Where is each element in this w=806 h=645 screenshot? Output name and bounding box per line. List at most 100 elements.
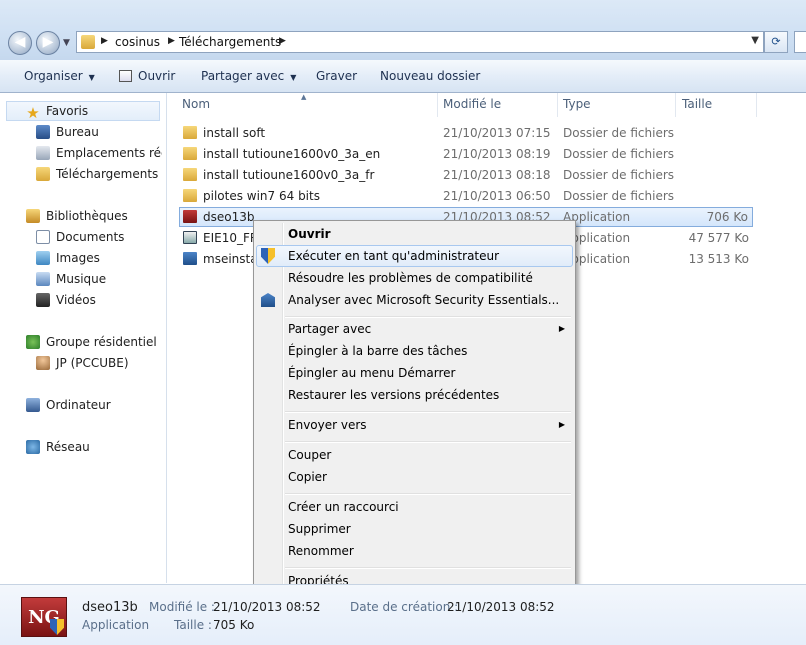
nav-label: Documents [56, 230, 125, 244]
details-file-name: dseo13b [82, 600, 138, 615]
recent-places-icon [36, 146, 50, 160]
menu-item-scan-security-essentials[interactable]: Analyser avec Microsoft Security Essenti… [288, 293, 559, 307]
breadcrumb-chevron-icon[interactable]: ▶ [168, 36, 175, 46]
file-name: install tutioune1600v0_3a_fr [203, 168, 375, 182]
breadcrumb-chevron-icon[interactable]: ▶ [279, 36, 286, 46]
menu-item-create-shortcut[interactable]: Créer un raccourci [288, 500, 399, 514]
menu-separator [285, 441, 571, 443]
table-row[interactable]: pilotes win7 64 bits 21/10/2013 06:50 Do… [179, 186, 753, 206]
details-pane: NG dseo13b Application Modifié le : 21/1… [0, 584, 806, 645]
recent-pages-dropdown-icon[interactable]: ▼ [63, 38, 70, 48]
menu-item-restore-versions[interactable]: Restaurer les versions précédentes [288, 388, 499, 402]
organize-button[interactable]: Organiser ▼ [24, 69, 95, 83]
menu-item-copy[interactable]: Copier [288, 470, 327, 484]
menu-separator [285, 316, 571, 318]
nav-homegroup-user[interactable]: JP (PCCUBE) [36, 356, 129, 370]
menu-item-open[interactable]: Ouvrir [288, 227, 331, 241]
nav-label: Bureau [56, 125, 99, 139]
menu-item-share-with[interactable]: Partager avec [288, 322, 371, 336]
column-header-modified[interactable]: Modifié le [443, 97, 501, 117]
installer-icon [183, 252, 197, 265]
menu-item-troubleshoot-compatibility[interactable]: Résoudre les problèmes de compatibilité [288, 271, 533, 285]
details-modified-label: Modifié le : [149, 600, 215, 614]
file-size: 47 577 Ko [688, 231, 749, 245]
column-divider[interactable] [557, 93, 558, 117]
chevron-down-icon: ▼ [88, 73, 95, 82]
nav-computer[interactable]: Ordinateur [26, 398, 111, 412]
nav-recent-places[interactable]: Emplacements récents [36, 146, 162, 160]
open-button[interactable]: Ouvrir [119, 69, 175, 83]
downloads-folder-icon [81, 35, 95, 49]
navigation-pane: ★ Favoris Bureau Emplacements récents Tél… [0, 93, 167, 583]
desktop-icon [36, 125, 50, 139]
address-dropdown-icon[interactable]: ▼ [751, 35, 759, 46]
menu-item-cut[interactable]: Couper [288, 448, 331, 462]
submenu-arrow-icon: ▶ [558, 420, 565, 429]
details-modified-value: 21/10/2013 08:52 [213, 600, 321, 614]
column-header-type[interactable]: Type [563, 97, 591, 117]
application-icon [183, 210, 197, 223]
burn-button[interactable]: Graver [316, 69, 357, 83]
new-folder-button[interactable]: Nouveau dossier [380, 69, 480, 83]
file-name: dseo13b [203, 210, 255, 224]
nav-desktop[interactable]: Bureau [36, 125, 99, 139]
file-modified: 21/10/2013 07:15 [443, 126, 551, 140]
address-input[interactable]: ▶ cosinus ▶ Téléchargements ▶ ▼ [76, 31, 764, 53]
security-essentials-icon [261, 293, 275, 307]
menu-item-pin-start[interactable]: Épingler au menu Démarrer [288, 366, 455, 380]
file-modified: 21/10/2013 06:50 [443, 189, 551, 203]
back-button[interactable]: ◀ [8, 31, 32, 55]
search-input[interactable] [794, 31, 806, 53]
refresh-button[interactable]: ⟳ [764, 31, 788, 53]
menu-separator [285, 411, 571, 413]
column-header-size[interactable]: Taille [682, 97, 712, 117]
menu-item-delete[interactable]: Supprimer [288, 522, 351, 536]
column-divider[interactable] [437, 93, 438, 117]
column-divider[interactable] [756, 93, 757, 117]
folder-icon [183, 168, 197, 181]
menu-separator [285, 493, 571, 495]
table-row[interactable]: install tutioune1600v0_3a_fr 21/10/2013 … [179, 165, 753, 185]
share-button[interactable]: Partager avec ▼ [201, 69, 296, 83]
menu-item-rename[interactable]: Renommer [288, 544, 354, 558]
file-type: Dossier de fichiers [563, 168, 675, 182]
menu-item-pin-taskbar[interactable]: Épingler à la barre des tâches [288, 344, 467, 358]
organize-label: Organiser [24, 69, 83, 83]
nav-network[interactable]: Réseau [26, 440, 90, 454]
nav-downloads[interactable]: Téléchargements [36, 167, 158, 181]
table-row[interactable]: install soft 21/10/2013 07:15 Dossier de… [179, 123, 753, 143]
nav-documents[interactable]: Documents [36, 230, 124, 244]
installer-icon [183, 231, 197, 244]
file-name: install soft [203, 126, 266, 140]
libraries-icon [26, 209, 40, 223]
nav-images[interactable]: Images [36, 251, 100, 265]
homegroup-icon [26, 335, 40, 349]
menu-separator [285, 567, 571, 569]
table-row[interactable]: install tutioune1600v0_3a_en 21/10/2013 … [179, 144, 753, 164]
nav-favorites[interactable]: ★ Favoris [26, 104, 88, 120]
nav-label: Musique [56, 272, 107, 286]
breadcrumb-cosinus[interactable]: cosinus [115, 35, 160, 49]
breadcrumb-downloads[interactable]: Téléchargements [179, 35, 281, 49]
menu-item-send-to[interactable]: Envoyer vers [288, 418, 367, 432]
nav-music[interactable]: Musique [36, 272, 106, 286]
file-name: install tutioune1600v0_3a_en [203, 147, 381, 161]
details-size-value: 705 Ko [213, 618, 255, 632]
file-modified: 21/10/2013 08:19 [443, 147, 551, 161]
breadcrumb-chevron-icon[interactable]: ▶ [101, 36, 108, 46]
images-icon [36, 251, 50, 265]
nav-libraries[interactable]: Bibliothèques [26, 209, 128, 223]
nav-videos[interactable]: Vidéos [36, 293, 96, 307]
column-header-name[interactable]: Nom [182, 97, 210, 117]
documents-icon [36, 230, 50, 244]
file-type: Dossier de fichiers [563, 189, 675, 203]
menu-item-run-as-admin[interactable]: Exécuter en tant qu'administrateur [288, 249, 499, 263]
forward-button[interactable]: ▶ [36, 31, 60, 55]
command-bar: Organiser ▼ Ouvrir Partager avec ▼ Graver … [0, 60, 806, 93]
nav-homegroup[interactable]: Groupe résidentiel [26, 335, 157, 349]
submenu-arrow-icon: ▶ [558, 324, 565, 333]
column-divider[interactable] [675, 93, 676, 117]
open-icon [119, 70, 132, 82]
star-icon: ★ [26, 104, 40, 121]
details-size-label: Taille : [174, 618, 212, 632]
